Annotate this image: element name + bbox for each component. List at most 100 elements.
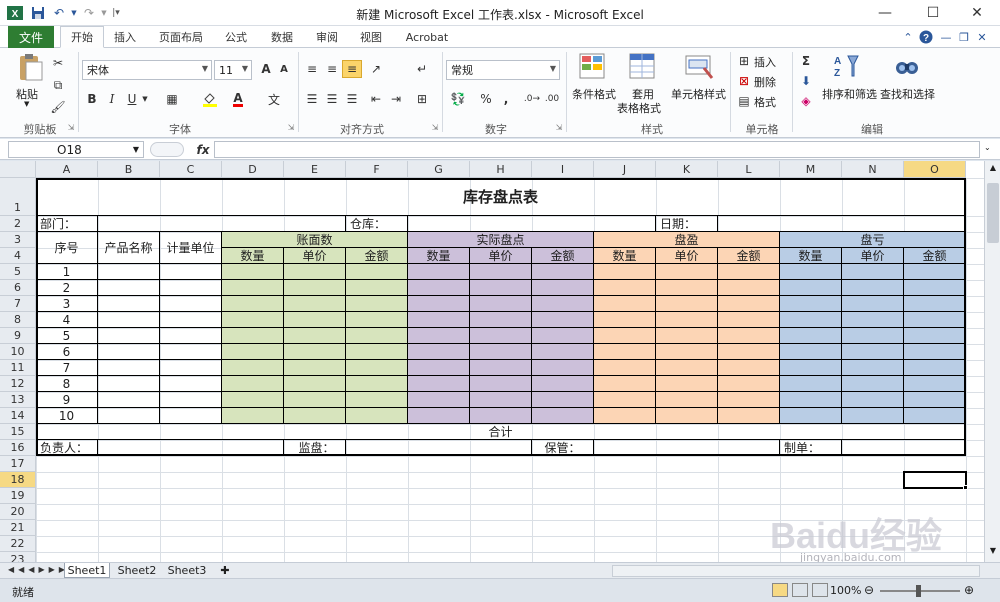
row-header-23[interactable]: 23	[0, 552, 36, 562]
supervisor-value[interactable]	[346, 440, 532, 456]
value-cell[interactable]	[408, 376, 470, 392]
column-header-g[interactable]: G	[408, 161, 470, 178]
value-cell[interactable]	[780, 392, 842, 408]
value-cell[interactable]	[656, 280, 718, 296]
value-cell[interactable]	[346, 328, 408, 344]
decrease-decimal-icon[interactable]: .00	[542, 90, 562, 108]
save-icon[interactable]	[30, 4, 46, 22]
value-cell[interactable]	[842, 408, 904, 424]
product-cell[interactable]	[98, 360, 160, 376]
value-cell[interactable]	[594, 264, 656, 280]
clipboard-launcher-icon[interactable]: ⇲	[66, 122, 76, 132]
value-cell[interactable]	[470, 360, 532, 376]
value-cell[interactable]	[718, 280, 780, 296]
value-cell[interactable]	[222, 360, 284, 376]
value-cell[interactable]	[408, 328, 470, 344]
value-cell[interactable]	[222, 392, 284, 408]
value-cell[interactable]	[222, 408, 284, 424]
group-header-3[interactable]: 盘亏	[780, 232, 966, 248]
copy-icon[interactable]: ⧉	[48, 76, 68, 94]
value-cell[interactable]	[532, 408, 594, 424]
product-header[interactable]: 产品名称	[98, 232, 160, 264]
tab-review[interactable]: 审阅	[310, 26, 344, 48]
cut-icon[interactable]: ✂	[48, 54, 68, 72]
value-cell[interactable]	[222, 328, 284, 344]
horizontal-scrollbar[interactable]	[612, 565, 980, 577]
value-cell[interactable]	[718, 264, 780, 280]
minimize-icon[interactable]: —	[862, 0, 908, 26]
unit-cell[interactable]	[160, 328, 222, 344]
maker-value[interactable]	[842, 440, 966, 456]
normal-view-icon[interactable]	[772, 583, 788, 597]
scroll-thumb[interactable]	[987, 183, 999, 243]
value-cell[interactable]	[718, 392, 780, 408]
column-header-o[interactable]: O	[904, 161, 966, 178]
value-cell[interactable]	[656, 328, 718, 344]
increase-decimal-icon[interactable]: .0→	[522, 90, 542, 108]
row-header-1[interactable]: 1	[0, 178, 36, 216]
unit-cell[interactable]	[160, 264, 222, 280]
value-cell[interactable]	[594, 344, 656, 360]
unit-header[interactable]: 计量单位	[160, 232, 222, 264]
value-cell[interactable]	[470, 376, 532, 392]
seq-header[interactable]: 序号	[36, 232, 98, 264]
value-cell[interactable]	[780, 328, 842, 344]
sub-header[interactable]: 单价	[656, 248, 718, 264]
keeper-label[interactable]: 保管：	[532, 440, 594, 456]
row-header-2[interactable]: 2	[0, 216, 36, 232]
close-icon[interactable]: ✕	[954, 0, 1000, 26]
font-color-icon[interactable]: A	[228, 90, 248, 108]
expand-formula-icon[interactable]: ⌄	[984, 143, 996, 155]
zoom-in-icon[interactable]: ⊕	[964, 583, 974, 597]
vertical-scrollbar[interactable]: ▲ ▼	[984, 161, 1000, 562]
redo-icon[interactable]: ↷	[80, 4, 98, 22]
value-cell[interactable]	[594, 408, 656, 424]
sub-header[interactable]: 单价	[470, 248, 532, 264]
value-cell[interactable]	[346, 344, 408, 360]
row-header-4[interactable]: 4	[0, 248, 36, 264]
unit-cell[interactable]	[160, 392, 222, 408]
row-header-17[interactable]: 17	[0, 456, 36, 472]
tab-insert[interactable]: 插入	[108, 26, 142, 48]
value-cell[interactable]	[718, 376, 780, 392]
row-header-9[interactable]: 9	[0, 328, 36, 344]
workbook-close-icon[interactable]: ✕	[974, 29, 990, 45]
value-cell[interactable]	[594, 312, 656, 328]
value-cell[interactable]	[470, 296, 532, 312]
value-cell[interactable]	[346, 376, 408, 392]
currency-icon[interactable]: 💱	[448, 90, 468, 108]
value-cell[interactable]	[532, 328, 594, 344]
customize-toolbar-icon[interactable]: |▾	[110, 4, 122, 22]
name-box[interactable]: O18 ▼	[8, 141, 144, 158]
insert-cells-icon[interactable]: ⊞	[734, 52, 754, 70]
value-cell[interactable]	[904, 408, 966, 424]
font-launcher-icon[interactable]: ⇲	[286, 122, 296, 132]
value-cell[interactable]	[842, 376, 904, 392]
sub-header[interactable]: 数量	[594, 248, 656, 264]
value-cell[interactable]	[470, 264, 532, 280]
value-cell[interactable]	[284, 312, 346, 328]
sort-filter-icon[interactable]: AZ	[832, 52, 864, 82]
value-cell[interactable]	[842, 312, 904, 328]
value-cell[interactable]	[718, 328, 780, 344]
column-header-l[interactable]: L	[718, 161, 780, 178]
scroll-down-icon[interactable]: ▼	[987, 546, 999, 558]
font-size-combo[interactable]: 11 ▼	[214, 60, 252, 80]
conditional-format-label[interactable]: 条件格式	[572, 86, 616, 102]
sub-header[interactable]: 金额	[346, 248, 408, 264]
workbook-minimize-icon[interactable]: —	[938, 29, 954, 45]
column-header-d[interactable]: D	[222, 161, 284, 178]
unit-cell[interactable]	[160, 360, 222, 376]
value-cell[interactable]	[346, 296, 408, 312]
value-cell[interactable]	[842, 328, 904, 344]
responsible-value[interactable]	[98, 440, 284, 456]
value-cell[interactable]	[408, 344, 470, 360]
decrease-indent-icon[interactable]: ⇤	[366, 90, 386, 108]
sheet-tab-1[interactable]: Sheet1	[64, 563, 110, 578]
row-number-cell[interactable]: 10	[36, 408, 98, 424]
value-cell[interactable]	[842, 296, 904, 312]
value-cell[interactable]	[222, 280, 284, 296]
value-cell[interactable]	[656, 344, 718, 360]
unit-cell[interactable]	[160, 376, 222, 392]
row-number-cell[interactable]: 2	[36, 280, 98, 296]
